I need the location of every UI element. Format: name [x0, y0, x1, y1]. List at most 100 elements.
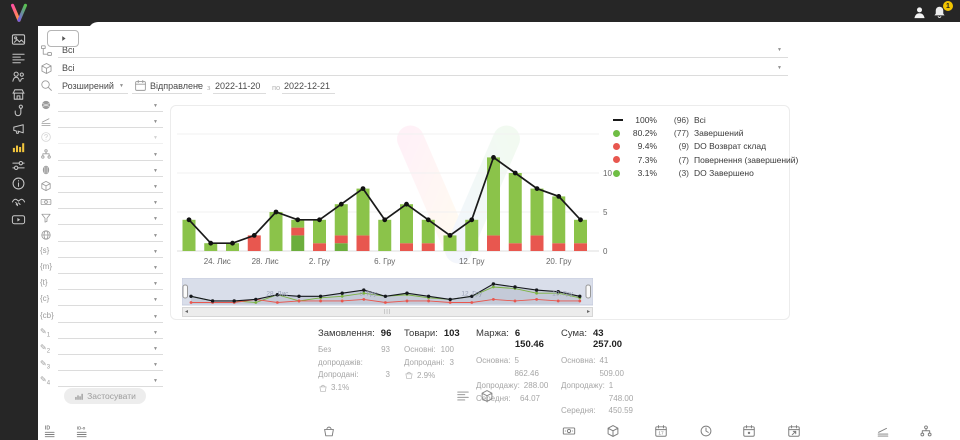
- sidebar-item-hook[interactable]: [11, 103, 26, 118]
- stat-footer-value: 2.9%: [417, 371, 435, 380]
- scroll-grip[interactable]: |||: [384, 309, 391, 315]
- info-icon: [11, 176, 26, 191]
- filter-select-bracket-t[interactable]: [58, 289, 163, 290]
- chevron-down-icon[interactable]: ▼: [196, 83, 201, 89]
- legend-item-2[interactable]: 9.4%(9)DO Возврат склад: [613, 140, 798, 153]
- chevron-down-icon[interactable]: ▼: [153, 135, 158, 141]
- filter-select-globe[interactable]: [58, 111, 163, 112]
- mini-overview-chart[interactable]: 28. Лис5. Гру12. Гру19. Гру: [182, 278, 593, 306]
- bottom-bar-id-o-lines-icon[interactable]: ID-o: [76, 424, 90, 438]
- stat-row-value: 41 509.00: [599, 355, 633, 380]
- chevron-down-icon[interactable]: ▼: [153, 103, 158, 109]
- chevron-down-icon[interactable]: ▼: [153, 152, 158, 158]
- chevron-down-icon[interactable]: ▼: [153, 314, 158, 320]
- chevron-down-icon[interactable]: ▼: [153, 216, 158, 222]
- filter-select-bracket-cb[interactable]: [58, 322, 163, 323]
- user-avatar[interactable]: [912, 5, 927, 20]
- chevron-down-icon[interactable]: ▼: [153, 168, 158, 174]
- date-from-input[interactable]: 2022-11-20: [215, 81, 260, 91]
- filter-select-hierarchy[interactable]: [58, 160, 163, 161]
- stat-footer-value: 3.1%: [331, 383, 349, 392]
- fingerprint-icon: [40, 164, 52, 176]
- filter-select-ramp[interactable]: [58, 127, 163, 128]
- chevron-down-icon[interactable]: ▼: [153, 378, 158, 384]
- chevron-down-icon[interactable]: ▼: [153, 200, 158, 206]
- bottom-bar-calendar-arrow-icon[interactable]: [787, 424, 801, 438]
- filter-product-select[interactable]: Всі: [62, 63, 75, 73]
- bottom-bar-clock-icon[interactable]: [699, 424, 713, 438]
- chevron-down-icon[interactable]: ▼: [153, 249, 158, 255]
- filter-select-help[interactable]: [58, 143, 163, 144]
- mini-scrollbar[interactable]: ◂ ||| ▸: [182, 307, 593, 317]
- chevron-down-icon[interactable]: ▼: [153, 281, 158, 287]
- bottom-bar-cube-icon[interactable]: [606, 424, 620, 438]
- filter-select-fingerprint[interactable]: [58, 176, 163, 177]
- view-toggle-cube[interactable]: [480, 389, 494, 403]
- cube-icon: [40, 180, 52, 192]
- bottom-bar-id-lines-icon[interactable]: ID: [44, 424, 58, 438]
- bottom-bar-calendar-dot-icon[interactable]: [742, 424, 756, 438]
- chevron-down-icon[interactable]: ▼: [153, 330, 158, 336]
- view-toggle-list[interactable]: [456, 389, 470, 403]
- chevron-down-icon[interactable]: ▼: [153, 346, 158, 352]
- filter-select-bracket-m[interactable]: [58, 273, 163, 274]
- filter-select-pencil-3[interactable]: [58, 370, 163, 371]
- svg-text:24. Лис: 24. Лис: [204, 257, 231, 266]
- ramp-icon: [876, 424, 890, 438]
- chevron-down-icon[interactable]: ▼: [153, 265, 158, 271]
- chevron-down-icon[interactable]: ▼: [777, 47, 782, 53]
- legend-dot-marker: [613, 156, 627, 163]
- bottom-bar-ramp-icon[interactable]: [876, 424, 890, 438]
- sidebar-item-users[interactable]: [11, 69, 26, 84]
- legend-item-4[interactable]: 3.1%(3)DO Завершено: [613, 167, 798, 180]
- sidebar-item-chart[interactable]: [11, 139, 26, 154]
- pencil-2-icon: ✎2: [40, 343, 50, 355]
- chevron-down-icon[interactable]: ▼: [153, 297, 158, 303]
- legend-item-1[interactable]: 80.2%(77)Завершений: [613, 126, 798, 139]
- date-to-input[interactable]: 2022-12-21: [284, 81, 330, 91]
- filter-select-cube[interactable]: [58, 192, 163, 193]
- play-chip-button[interactable]: [47, 30, 79, 47]
- filter-select-funnel[interactable]: [58, 224, 163, 225]
- sidebar-item-megaphone[interactable]: [11, 121, 26, 136]
- bottom-bar-calendar-17-icon[interactable]: 17: [654, 424, 668, 438]
- chevron-down-icon[interactable]: ▼: [153, 119, 158, 125]
- sidebar-item-store[interactable]: [11, 87, 26, 102]
- filter-select-bracket-s[interactable]: [58, 257, 163, 258]
- scroll-left-arrow[interactable]: ◂: [183, 309, 190, 315]
- sidebar-item-video[interactable]: [11, 212, 26, 227]
- bottom-bar-basket-icon[interactable]: [322, 424, 336, 438]
- filter-select-banknote[interactable]: [58, 208, 163, 209]
- chevron-down-icon[interactable]: ▼: [153, 362, 158, 368]
- legend-item-3[interactable]: 7.3%(7)Повернення (завершений): [613, 153, 798, 166]
- filter-select-bracket-c[interactable]: [58, 305, 163, 306]
- legend-item-0[interactable]: 100%(96)Всі: [613, 113, 798, 126]
- chevron-down-icon[interactable]: ▼: [153, 184, 158, 190]
- bottom-bar-hierarchy-icon[interactable]: [919, 424, 933, 438]
- chevron-down-icon[interactable]: ▼: [153, 233, 158, 239]
- banknote-icon: [562, 424, 576, 438]
- chevron-down-icon[interactable]: ▼: [777, 65, 782, 71]
- sidebar-item-info[interactable]: [11, 176, 26, 191]
- filter-product-underline: [58, 75, 788, 76]
- scroll-right-arrow[interactable]: ▸: [585, 309, 592, 315]
- calendar-icon: [134, 79, 147, 92]
- apply-button[interactable]: Застосувати: [64, 388, 146, 404]
- chevron-down-icon[interactable]: ▼: [119, 83, 124, 89]
- sidebar-item-handshake[interactable]: [11, 194, 26, 209]
- search-mode-select[interactable]: Розширений: [62, 81, 114, 91]
- sidebar-item-list[interactable]: [11, 51, 26, 66]
- app-logo[interactable]: [7, 3, 31, 23]
- legend-dot-marker: [613, 170, 627, 177]
- pencil-1-icon: ✎1: [40, 327, 50, 339]
- sidebar-item-card[interactable]: [11, 32, 26, 47]
- date-type-select[interactable]: Відправлене: [150, 81, 203, 91]
- bottom-bar-banknote-icon[interactable]: [562, 424, 576, 438]
- filter-select-pencil-1[interactable]: [58, 338, 163, 339]
- globe-wire-icon: [40, 229, 52, 241]
- sidebar-item-sliders[interactable]: [11, 158, 26, 173]
- filter-select-pencil-2[interactable]: [58, 354, 163, 355]
- filter-select-globe-wire[interactable]: [58, 241, 163, 242]
- legend-label: DO Возврат склад: [694, 141, 766, 151]
- banknote-icon: [40, 196, 52, 208]
